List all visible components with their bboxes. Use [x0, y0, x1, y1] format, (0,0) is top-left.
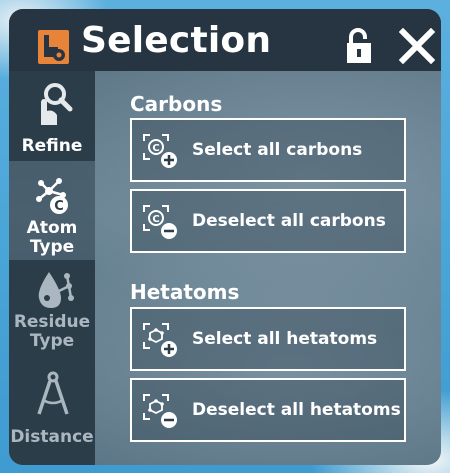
atom-carbon-icon: C: [36, 178, 68, 214]
sidebar-item-label-line2: Type: [29, 237, 75, 257]
deselect-all-carbons-button[interactable]: C Deselect all carbons: [130, 189, 406, 253]
sidebar-item-label: Distance: [10, 427, 94, 447]
hetatom-add-icon: [143, 323, 177, 357]
action-label: Select all hetatoms: [192, 329, 378, 349]
app-logo-icon: [38, 30, 69, 64]
sidebar-item-label-line1: Residue: [13, 312, 91, 332]
action-label: Deselect all carbons: [192, 211, 386, 231]
select-all-carbons-button[interactable]: C Select all carbons: [130, 118, 406, 182]
carbon-remove-icon: C: [143, 205, 177, 239]
sidebar-item-residue-type[interactable]: Residue Type: [9, 260, 95, 362]
hetatom-remove-icon: [143, 394, 177, 428]
select-all-hetatoms-button[interactable]: Select all hetatoms: [130, 307, 406, 371]
close-icon[interactable]: [399, 28, 435, 64]
action-label: Deselect all hetatoms: [192, 400, 401, 420]
sidebar-item-label-line1: Atom: [26, 218, 78, 238]
section-title-carbons: Carbons: [130, 92, 223, 116]
carbon-add-icon: C: [143, 134, 177, 168]
svg-text:C: C: [54, 199, 64, 214]
magnifier-hand-icon: [41, 83, 73, 125]
svg-text:C: C: [152, 143, 159, 154]
unlock-icon[interactable]: [345, 28, 373, 64]
residue-drop-icon: [38, 272, 74, 308]
sidebar-item-distance[interactable]: Distance: [9, 362, 95, 465]
sidebar-item-atom-type[interactable]: C Atom Type: [9, 169, 95, 261]
action-label: Select all carbons: [192, 140, 363, 160]
selection-panel: Selection Refine C Atom Type Residue Typ…: [9, 9, 441, 465]
sidebar: Refine C Atom Type Residue Type Distance: [9, 71, 95, 465]
panel-title: Selection: [81, 20, 272, 61]
deselect-all-hetatoms-button[interactable]: Deselect all hetatoms: [130, 378, 406, 442]
svg-text:C: C: [152, 214, 159, 225]
panel-header: Selection: [9, 9, 441, 71]
sidebar-item-label: Refine: [21, 136, 83, 156]
section-title-hetatoms: Hetatoms: [130, 280, 240, 304]
compass-icon: [37, 371, 69, 415]
sidebar-item-label-line2: Type: [29, 331, 75, 351]
sidebar-item-refine[interactable]: Refine: [9, 71, 95, 161]
